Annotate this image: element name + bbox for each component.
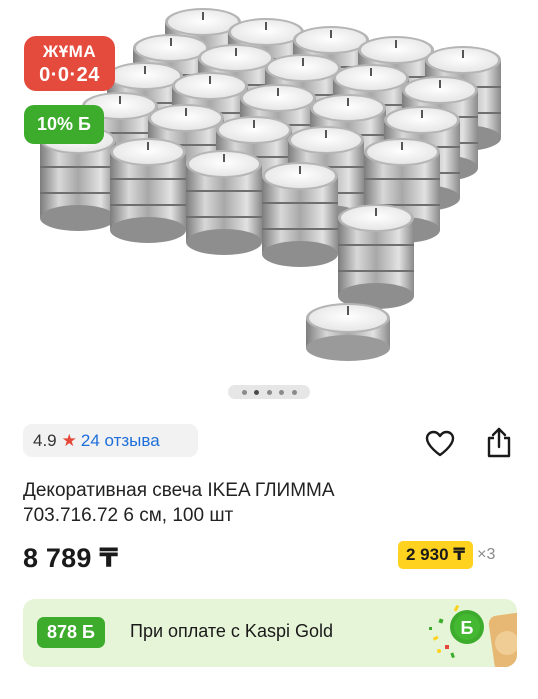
installment-offer[interactable]: 2 930 ₸ ×3 bbox=[398, 541, 495, 569]
reviews-link[interactable]: 24 отзыва bbox=[81, 431, 160, 451]
rating-reviews-pill[interactable]: 4.9 ★ 24 отзыва bbox=[23, 424, 198, 457]
gallery-dot-1[interactable] bbox=[241, 389, 247, 395]
product-title-line-1: Декоративная свеча IKEA ГЛИММА bbox=[23, 480, 335, 501]
kaspi-gold-bonus-banner[interactable]: 878 Б При оплате с Kaspi Gold Б bbox=[23, 599, 517, 667]
product-image-gallery[interactable]: ЖҰМА 0·0·24 10% Б bbox=[0, 0, 538, 378]
product-price: 8 789 ₸ bbox=[23, 543, 119, 573]
bonus-coin-icon: Б bbox=[429, 604, 517, 667]
kaspi-gold-bonus-amount: 878 Б bbox=[37, 617, 105, 648]
star-icon: ★ bbox=[61, 430, 77, 450]
share-icon bbox=[487, 427, 511, 458]
gallery-dot-5[interactable] bbox=[291, 389, 297, 395]
product-title: Декоративная свеча IKEA ГЛИММА 703.716.7… bbox=[23, 478, 523, 528]
gallery-dot-4[interactable] bbox=[279, 389, 284, 395]
rating-score: 4.9 bbox=[33, 430, 57, 450]
friday-sale-timer: 0·0·24 bbox=[39, 64, 100, 86]
installment-multiplier: ×3 bbox=[477, 546, 496, 563]
gallery-dot-2[interactable] bbox=[254, 389, 259, 395]
bonus-percent-badge: 10% Б bbox=[24, 105, 104, 144]
kaspi-gold-text: При оплате с Kaspi Gold bbox=[130, 621, 333, 641]
svg-text:Б: Б bbox=[461, 618, 474, 638]
gallery-pagination[interactable] bbox=[228, 385, 310, 399]
friday-sale-title: ЖҰМА bbox=[42, 42, 97, 61]
heart-outline-icon bbox=[425, 430, 455, 456]
favorite-button[interactable] bbox=[423, 428, 457, 458]
gallery-dot-3[interactable] bbox=[266, 389, 272, 395]
installment-amount: 2 930 ₸ bbox=[398, 541, 474, 569]
share-button[interactable] bbox=[482, 424, 516, 460]
friday-sale-badge: ЖҰМА 0·0·24 bbox=[24, 36, 115, 91]
product-title-line-2: 703.716.72 6 см, 100 шт bbox=[23, 505, 234, 526]
